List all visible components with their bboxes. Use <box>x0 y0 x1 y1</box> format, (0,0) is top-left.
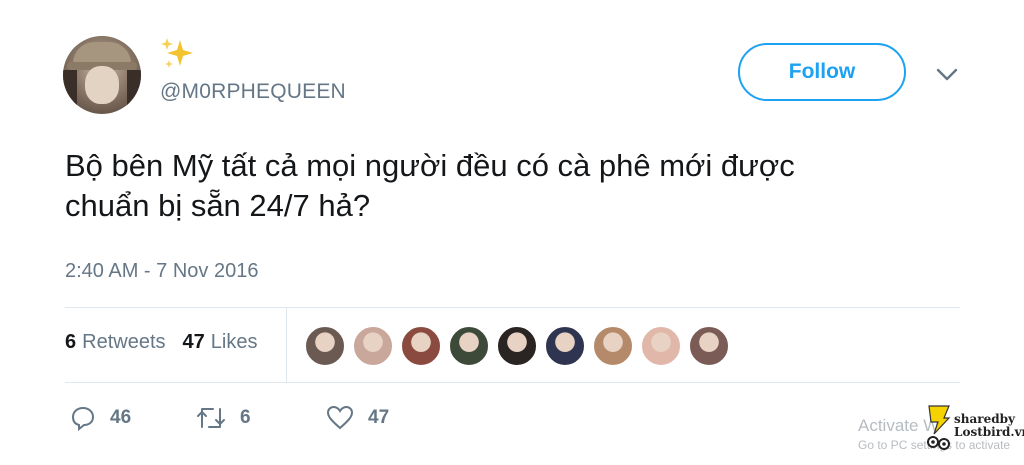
tweet-timestamp[interactable]: 2:40 AM - 7 Nov 2016 <box>65 260 258 283</box>
liker-avatar[interactable] <box>353 326 393 366</box>
sharedby-text-2: Lostbird.vn <box>954 425 1024 439</box>
retweets-count[interactable]: 6 <box>65 331 76 354</box>
liker-avatar[interactable] <box>545 326 585 366</box>
tweet-text-line-2: chuẩn bị sẵn 24/7 hả? <box>65 188 371 223</box>
like-count: 47 <box>368 407 390 428</box>
liker-avatars <box>305 326 737 366</box>
liker-avatar[interactable] <box>689 326 729 366</box>
chevron-down-icon[interactable] <box>934 64 960 84</box>
user-avatar[interactable] <box>63 36 141 114</box>
liker-avatar[interactable] <box>497 326 537 366</box>
reply-count: 46 <box>110 407 132 428</box>
follow-button[interactable]: Follow <box>738 43 906 101</box>
retweet-action[interactable]: 6 <box>196 405 251 431</box>
divider-bottom <box>65 382 960 383</box>
like-action[interactable]: 47 <box>326 405 389 431</box>
sparkles-icon <box>161 38 193 68</box>
likes-label[interactable]: Likes <box>211 331 258 354</box>
tweet-stats: 6 Retweets 47 Likes <box>65 331 257 354</box>
liker-avatar[interactable] <box>593 326 633 366</box>
liker-avatar[interactable] <box>449 326 489 366</box>
liker-avatar[interactable] <box>641 326 681 366</box>
tweet-text: Bộ bên Mỹ tất cả mọi người đều có cà phê… <box>65 146 965 226</box>
sharedby-logo-text: sharedby Lostbird.vn <box>954 413 1024 439</box>
tweet-text-line-1: Bộ bên Mỹ tất cả mọi người đều có cà phê… <box>65 148 795 183</box>
divider-top <box>65 307 960 308</box>
retweets-label[interactable]: Retweets <box>82 331 165 354</box>
retweet-icon[interactable] <box>196 405 226 431</box>
likes-count[interactable]: 47 <box>183 331 205 354</box>
sharedby-logo-icon <box>927 405 951 450</box>
liker-avatar[interactable] <box>305 326 345 366</box>
reply-icon[interactable] <box>70 405 96 431</box>
retweet-count: 6 <box>240 407 251 428</box>
reply-action[interactable]: 46 <box>70 405 131 431</box>
liker-avatar[interactable] <box>401 326 441 366</box>
stats-divider <box>286 307 287 382</box>
user-handle[interactable]: @M0RPHEQUEEN <box>160 80 346 104</box>
heart-icon[interactable] <box>326 405 354 431</box>
